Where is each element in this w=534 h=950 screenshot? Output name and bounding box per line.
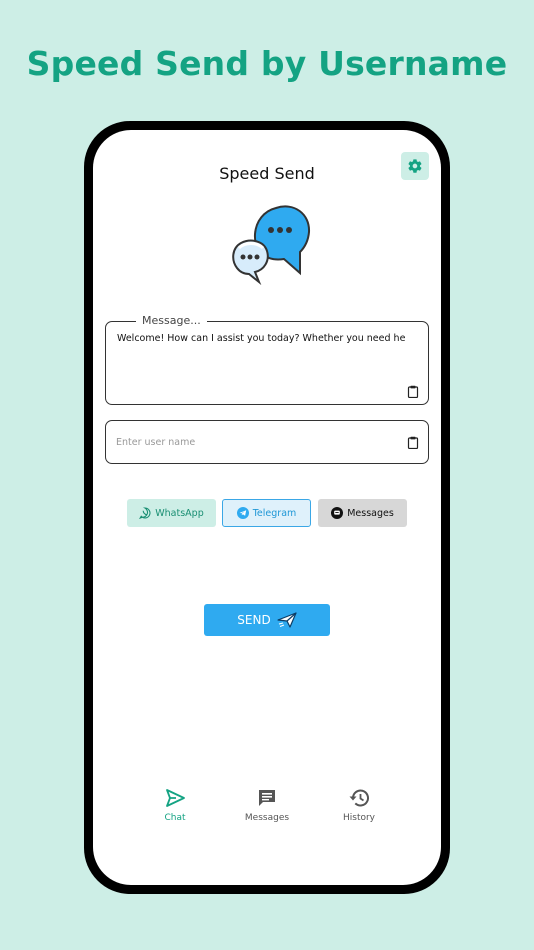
app-screen: Speed Send Message... Welcome! How can I… bbox=[93, 130, 441, 885]
send-button[interactable]: SEND bbox=[204, 604, 330, 636]
username-field[interactable] bbox=[105, 420, 429, 464]
gear-icon bbox=[408, 159, 422, 173]
chat-bubbles-illustration bbox=[232, 205, 311, 286]
message-icon bbox=[259, 790, 275, 806]
nav-messages[interactable]: Messages bbox=[237, 788, 297, 823]
channel-telegram-button[interactable]: Telegram bbox=[222, 499, 311, 527]
username-input[interactable] bbox=[116, 432, 386, 452]
channel-messages-button[interactable]: Messages bbox=[318, 499, 407, 527]
settings-button[interactable] bbox=[401, 152, 429, 180]
history-icon bbox=[349, 789, 369, 807]
clipboard-icon[interactable] bbox=[407, 436, 419, 449]
message-text[interactable]: Welcome! How can I assist you today? Whe… bbox=[117, 333, 406, 344]
channel-whatsapp-button[interactable]: WhatsApp bbox=[127, 499, 216, 527]
nav-history[interactable]: History bbox=[329, 788, 389, 823]
message-field-label: Message... bbox=[136, 314, 207, 327]
phone-frame: Speed Send Message... Welcome! How can I… bbox=[84, 121, 450, 894]
promo-headline: Speed Send by Username bbox=[26, 44, 508, 83]
paper-plane-icon bbox=[277, 612, 297, 628]
telegram-icon bbox=[236, 507, 249, 519]
send-icon bbox=[166, 789, 185, 807]
app-title: Speed Send bbox=[219, 164, 315, 183]
clipboard-icon[interactable] bbox=[407, 385, 419, 398]
message-field[interactable]: Message... Welcome! How can I assist you… bbox=[105, 314, 429, 405]
whatsapp-icon bbox=[139, 507, 151, 519]
messages-icon bbox=[331, 507, 344, 519]
nav-chat[interactable]: Chat bbox=[145, 788, 205, 823]
